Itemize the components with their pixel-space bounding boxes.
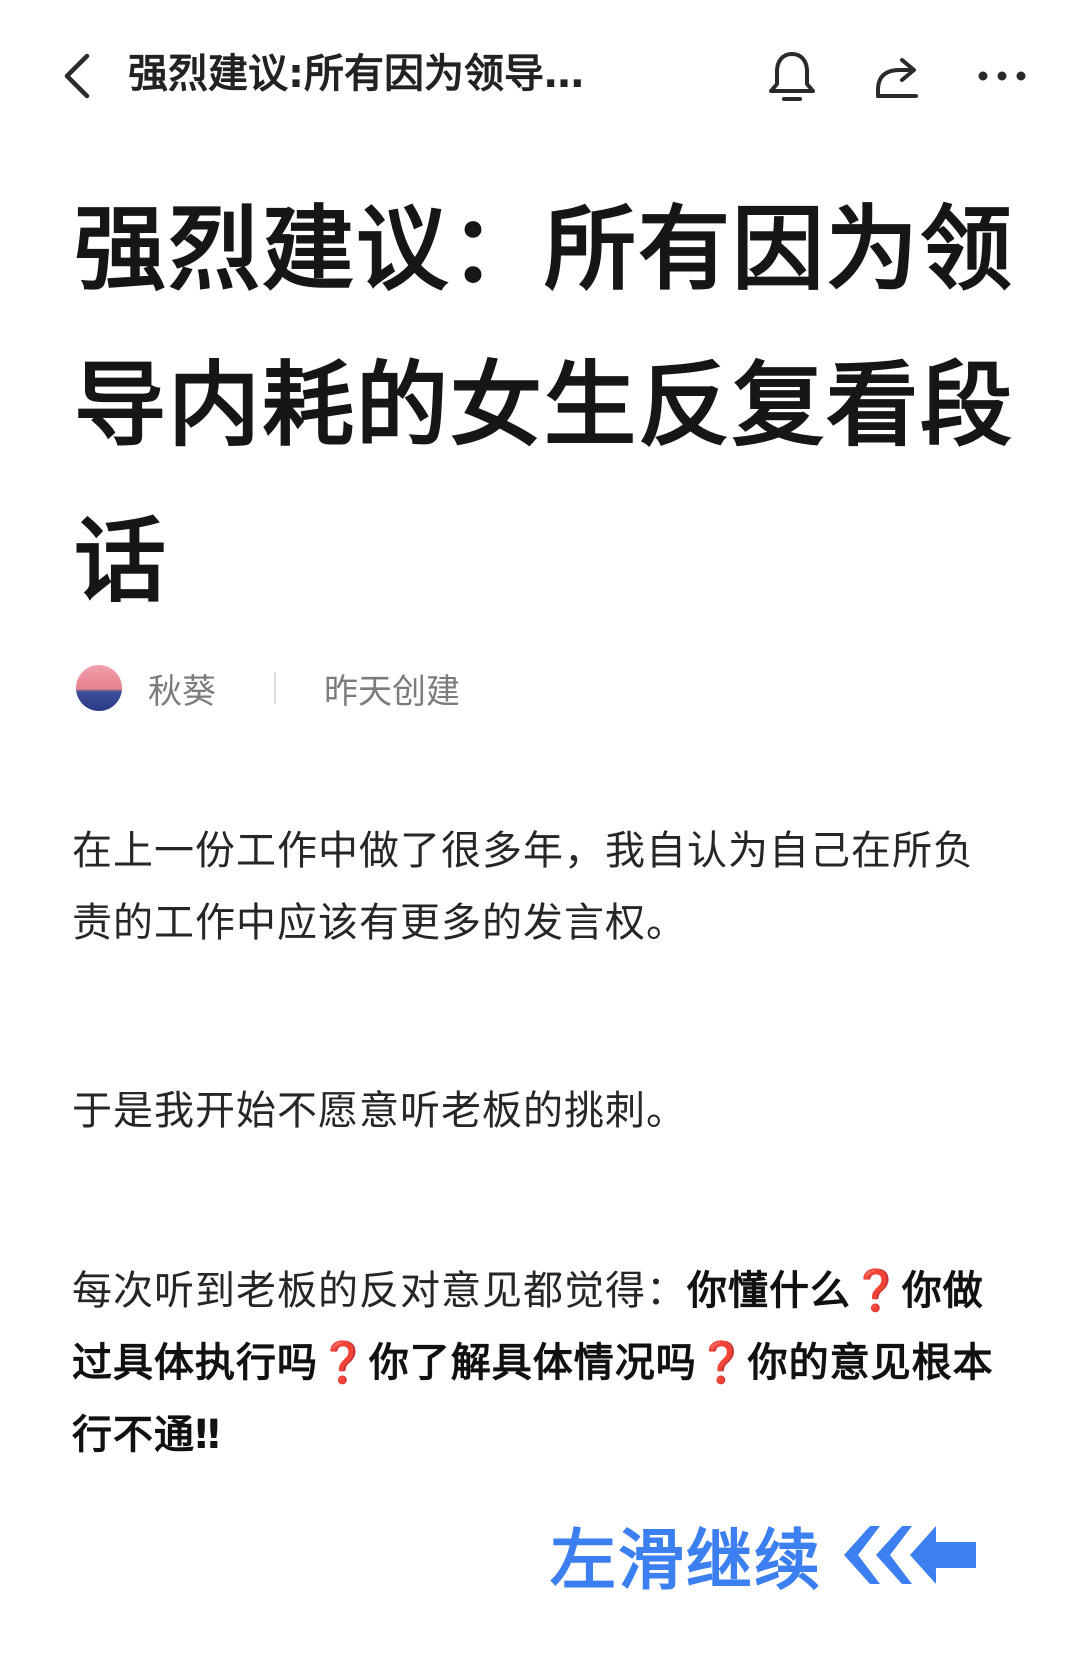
more-button[interactable] [972,46,1032,106]
paragraph-3: 每次听到老板的反对意见都觉得：你懂什么❓你做过具体执行吗❓你了解具体情况吗❓你的… [72,1255,1002,1471]
author-name[interactable]: 秋葵 [148,664,216,713]
question-mark-icon: ❓ [851,1268,902,1314]
back-button[interactable] [52,48,100,104]
double-exclamation: ‼ [195,1412,222,1458]
article-title: 强烈建议：所有因为领导内耗的女生反复看段话 [74,196,1015,615]
meta-divider [274,672,276,704]
double-left-arrow-icon [844,1526,976,1584]
question-mark-icon: ❓ [696,1340,748,1386]
question-3: 你了解具体情况吗 [368,1340,697,1386]
nav-title: 强烈建议:所有因为领导… [128,51,584,97]
created-time: 昨天创建 [324,671,460,712]
article-meta: 秋葵 昨天创建 [76,660,776,716]
question-1: 你懂什么 [687,1268,851,1314]
bell-icon [769,52,815,101]
more-dots-icon [978,71,1026,81]
back-chevron-icon [64,53,90,99]
share-button[interactable] [868,46,928,106]
paragraph-1: 在上一份工作中做了很多年，我自认为自己在所负责的工作中应该有更多的发言权。 [72,828,974,946]
question-mark-icon: ❓ [318,1340,369,1386]
swipe-hint[interactable]: 左滑继续 [550,1515,990,1599]
top-nav-bar: 强烈建议:所有因为领导… [0,0,1080,150]
swipe-label: 左滑继续 [550,1521,822,1599]
share-icon [876,58,918,98]
paragraph-2: 于是我开始不愿意听老板的挑刺。 [72,1088,687,1134]
paragraph-3-lead: 每次听到老板的反对意见都觉得： [72,1268,687,1314]
avatar[interactable] [76,665,122,711]
notify-button[interactable] [762,46,822,106]
